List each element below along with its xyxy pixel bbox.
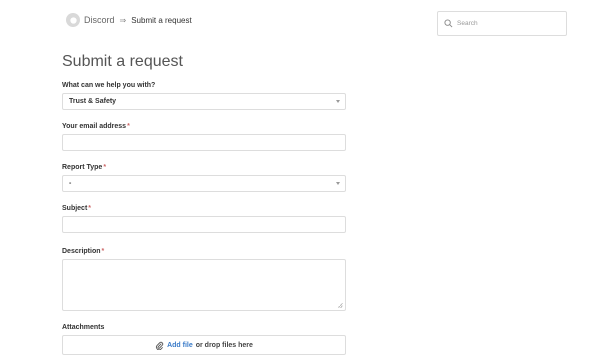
breadcrumb: Discord ⇒ Submit a request — [66, 13, 192, 27]
breadcrumb-home-link[interactable]: Discord — [84, 15, 115, 25]
discord-logo-icon[interactable] — [66, 13, 80, 27]
breadcrumb-current[interactable]: Submit a request — [131, 16, 191, 25]
subject-field[interactable] — [62, 216, 346, 233]
report-type-value: - — [69, 180, 72, 187]
help-topic-select[interactable]: Trust & Safety — [62, 93, 346, 110]
chevron-down-icon — [336, 182, 340, 185]
required-mark: * — [127, 123, 130, 130]
attachments-dropzone[interactable]: Add file or drop files here — [62, 335, 346, 355]
search-input[interactable] — [457, 20, 557, 27]
required-mark: * — [103, 164, 107, 171]
report-type-label: Report Type* — [62, 164, 107, 171]
email-label: Your email address* — [62, 123, 130, 130]
required-mark: * — [88, 205, 92, 212]
drop-files-text: or drop files here — [195, 341, 253, 349]
search-icon — [444, 19, 453, 28]
attachments-label: Attachments — [62, 324, 105, 331]
description-textarea[interactable] — [62, 259, 346, 311]
description-label: Description* — [62, 248, 105, 255]
breadcrumb-separator: ⇒ — [119, 15, 127, 25]
page-title: Submit a request — [62, 53, 183, 70]
required-mark: * — [101, 248, 105, 255]
help-topic-value: Trust & Safety — [69, 98, 117, 105]
paperclip-icon — [156, 341, 164, 350]
add-file-link[interactable]: Add file — [167, 342, 193, 349]
chevron-down-icon — [336, 100, 340, 103]
search-box[interactable] — [437, 11, 567, 36]
subject-label: Subject* — [62, 205, 92, 212]
email-field[interactable] — [62, 134, 346, 151]
help-topic-label: What can we help you with? — [62, 82, 156, 89]
resize-handle-icon[interactable] — [338, 303, 343, 308]
report-type-select[interactable]: - — [62, 175, 346, 192]
